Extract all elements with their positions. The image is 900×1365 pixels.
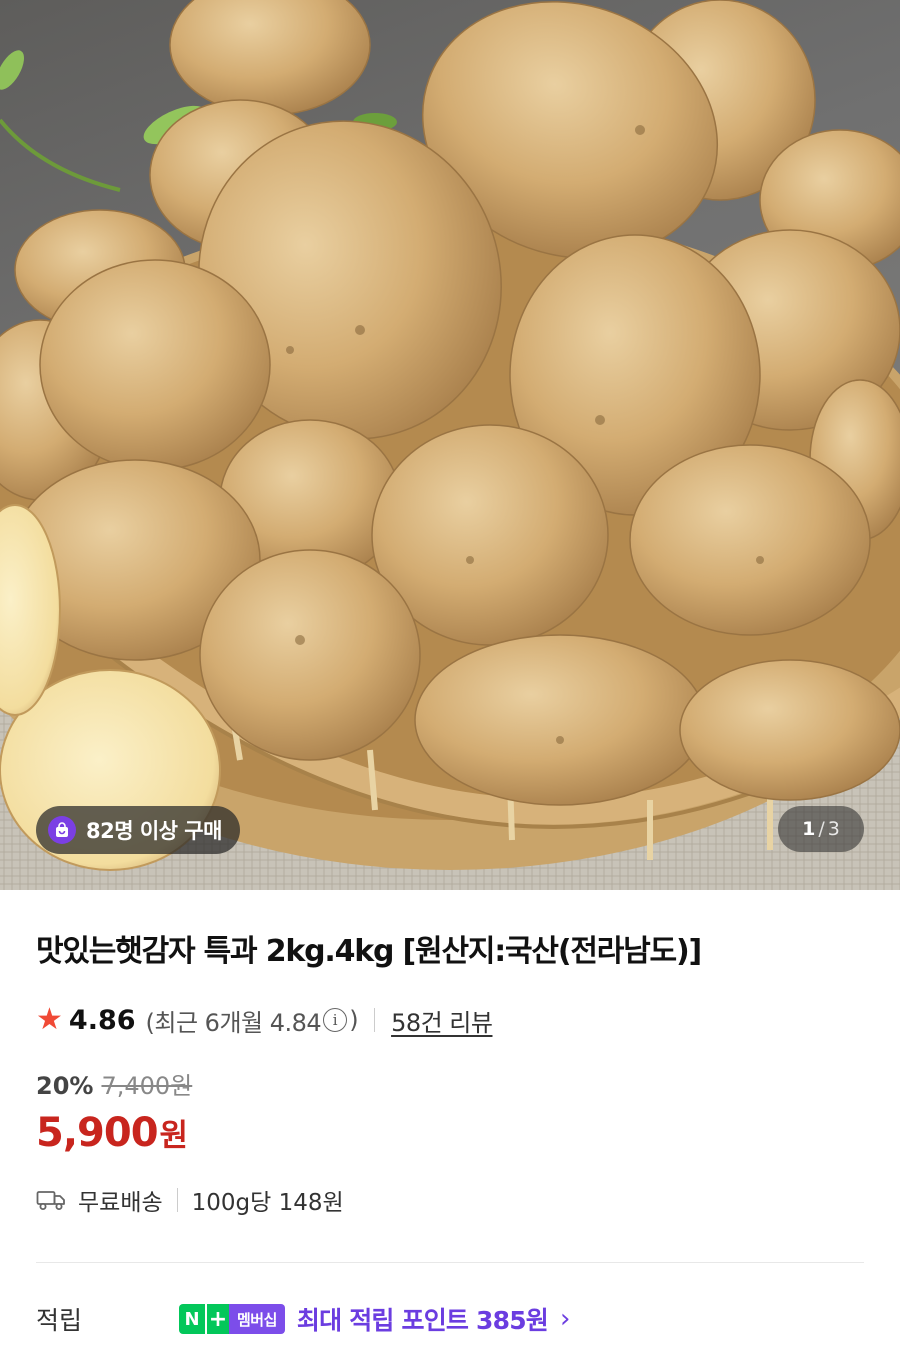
purchase-count-badge: 82명 이상 구매	[36, 806, 240, 854]
points-label: 적립	[36, 1306, 83, 1335]
recent-rating-text: (최근 6개월 4.84	[145, 1008, 322, 1037]
divider	[176, 1188, 178, 1212]
badge-membership: 멤버십	[229, 1304, 285, 1334]
truck-icon	[36, 1189, 66, 1211]
price-unit: 원	[159, 1118, 189, 1154]
product-title: 맛있는햇감자 특과 2kg.4kg [원산지:국산(전라남도)]	[36, 934, 702, 969]
chevron-right-icon[interactable]: ›	[560, 1304, 570, 1334]
max-points-text: 최대 적립 포인트 385원	[296, 1306, 549, 1335]
unit-price-text: 100g당 148원	[191, 1190, 344, 1216]
rating-score: 4.86	[68, 1004, 136, 1036]
badge-plus: +	[205, 1304, 229, 1334]
shipping-row: 무료배송 100g당 148원	[36, 1183, 344, 1217]
sale-price: 5,900 원	[36, 1110, 188, 1156]
discount-row: 20% 7,400원	[36, 1066, 192, 1101]
naver-membership-badge: N + 멤버십	[179, 1304, 285, 1334]
divider	[374, 1008, 376, 1032]
rating-row: ★ 4.86 (최근 6개월 4.84 i ) 58건 리뷰	[36, 1002, 493, 1038]
price-amount: 5,900	[36, 1110, 159, 1156]
info-icon[interactable]: i	[323, 1008, 348, 1032]
review-count-link[interactable]: 58건 리뷰	[391, 1003, 493, 1038]
recent-rating-close: )	[349, 1006, 359, 1034]
section-divider	[36, 1262, 864, 1263]
original-price: 7,400원	[101, 1072, 193, 1100]
shopping-bag-icon	[48, 816, 76, 844]
shipping-text: 무료배송	[78, 1190, 163, 1216]
star-icon: ★	[36, 1002, 63, 1037]
purchase-count-text: 82명 이상 구매	[86, 819, 222, 843]
image-pager: 1 / 3	[778, 806, 864, 852]
potato-basket-photo	[0, 0, 900, 890]
points-row[interactable]: 적립 N + 멤버십 최대 적립 포인트 385원 ›	[36, 1298, 866, 1340]
pager-total: 3	[827, 818, 840, 840]
pager-current: 1	[802, 818, 816, 840]
discount-rate: 20%	[36, 1072, 94, 1100]
badge-n: N	[179, 1304, 205, 1334]
pager-separator: /	[818, 818, 825, 840]
product-image-carousel[interactable]: 82명 이상 구매 1 / 3	[0, 0, 900, 890]
